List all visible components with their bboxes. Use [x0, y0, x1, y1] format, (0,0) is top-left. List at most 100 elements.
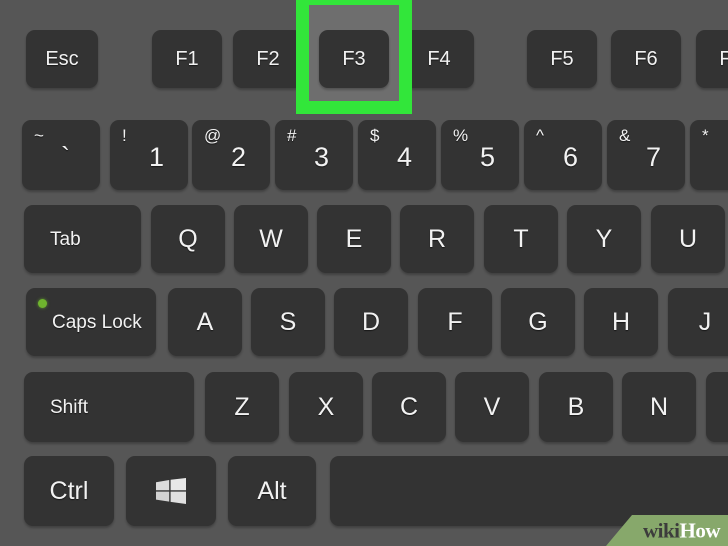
key-label: Shift: [50, 396, 89, 418]
key-label: W: [259, 224, 283, 253]
watermark-wiki-text: wiki: [642, 518, 680, 542]
key-z[interactable]: Z: [205, 372, 279, 442]
key-shift-symbol: @: [204, 126, 222, 145]
key-f5[interactable]: F5: [527, 30, 597, 88]
key-primary-symbol: 7: [646, 142, 662, 172]
key-f4[interactable]: F4: [404, 30, 474, 88]
key-5[interactable]: % 5: [441, 120, 519, 190]
key-4[interactable]: $4: [358, 120, 436, 190]
wikihow-watermark: wikiHow: [606, 515, 728, 546]
key-label: J: [698, 307, 712, 336]
key-f2[interactable]: F2: [233, 30, 303, 88]
key-label: U: [678, 224, 698, 253]
key-f3-highlighted[interactable]: F3: [319, 30, 389, 88]
key-shift-symbol: #: [287, 126, 297, 145]
key-shift[interactable]: Shift: [24, 372, 194, 442]
key-label: E: [345, 224, 363, 253]
key-primary-symbol: 3: [314, 142, 330, 172]
key-label: F7: [719, 48, 728, 70]
key-h[interactable]: H: [584, 288, 658, 356]
key-label: X: [317, 392, 335, 421]
key-shift-symbol: %: [453, 126, 469, 145]
key-shift-symbol: !: [122, 126, 127, 145]
caps-lock-led-indicator: [38, 299, 47, 308]
windows-icon: [156, 478, 186, 504]
key-windows[interactable]: [126, 456, 216, 526]
key-b[interactable]: B: [539, 372, 613, 442]
key-esc[interactable]: Esc: [26, 30, 98, 88]
key-caps-lock[interactable]: Caps Lock: [26, 288, 156, 356]
key-r[interactable]: R: [400, 205, 474, 273]
key-g[interactable]: G: [501, 288, 575, 356]
key-tab[interactable]: Tab: [24, 205, 141, 273]
key-a[interactable]: A: [168, 288, 242, 356]
key-shift-symbol: ^: [536, 126, 544, 145]
key-x[interactable]: X: [289, 372, 363, 442]
keyboard-scene: EscF1F2F3F4F5F6F7 ~`!1@2#3$4%5^6&7*8 Tab…: [0, 0, 728, 546]
key-8[interactable]: *8: [690, 120, 728, 190]
key-label: Y: [595, 224, 613, 253]
key-label: Esc: [45, 48, 79, 70]
key-shift-symbol: $: [370, 126, 380, 145]
key-label: F2: [256, 48, 280, 70]
key-f[interactable]: F: [418, 288, 492, 356]
key-primary-symbol: 2: [231, 142, 247, 172]
key-f6[interactable]: F6: [611, 30, 681, 88]
key-label: T: [513, 224, 529, 253]
key-shift-symbol: &: [619, 126, 631, 145]
key-label: S: [279, 307, 297, 336]
key-6[interactable]: ^ 6: [524, 120, 602, 190]
watermark-how-text: How: [679, 518, 721, 542]
key-label: Caps Lock: [52, 311, 142, 333]
key-u[interactable]: U: [651, 205, 725, 273]
key-shift-symbol: ~: [34, 126, 44, 145]
key-label: F6: [634, 48, 658, 70]
key-v[interactable]: V: [455, 372, 529, 442]
key-label: F5: [550, 48, 574, 70]
key-label: F: [447, 307, 463, 336]
key-label: Ctrl: [49, 476, 89, 505]
key-label: B: [567, 392, 585, 421]
key-primary-symbol: 4: [397, 142, 413, 172]
key-primary-symbol: `: [61, 142, 70, 172]
key-label: V: [483, 392, 501, 421]
key-m[interactable]: M: [706, 372, 728, 442]
key-7[interactable]: & 7: [607, 120, 685, 190]
key-j[interactable]: J: [668, 288, 728, 356]
key-label: G: [528, 307, 548, 336]
key-shift-symbol: *: [702, 126, 709, 145]
key-primary-symbol: 6: [563, 142, 579, 172]
key-label: Q: [178, 224, 198, 253]
key-e[interactable]: E: [317, 205, 391, 273]
key-label: C: [399, 392, 419, 421]
key-label: F4: [427, 48, 451, 70]
key-alt[interactable]: Alt: [228, 456, 316, 526]
key-label: Z: [234, 392, 250, 421]
key-y[interactable]: Y: [567, 205, 641, 273]
key-label: N: [649, 392, 669, 421]
key-label: D: [361, 307, 381, 336]
key-label: H: [611, 307, 631, 336]
key-label: A: [196, 307, 214, 336]
key-c[interactable]: C: [372, 372, 446, 442]
key-f7[interactable]: F7: [696, 30, 728, 88]
key-primary-symbol: 5: [480, 142, 496, 172]
key-label: F1: [175, 48, 199, 70]
key-w[interactable]: W: [234, 205, 308, 273]
key-1[interactable]: ! 1: [110, 120, 188, 190]
key-primary-symbol: 1: [149, 142, 165, 172]
key-label: Tab: [50, 228, 81, 250]
key-3[interactable]: #3: [275, 120, 353, 190]
key-ctrl[interactable]: Ctrl: [24, 456, 114, 526]
key-n[interactable]: N: [622, 372, 696, 442]
key-backtick[interactable]: ~ `: [22, 120, 100, 190]
key-f1[interactable]: F1: [152, 30, 222, 88]
key-label: F3: [342, 48, 366, 70]
key-t[interactable]: T: [484, 205, 558, 273]
key-q[interactable]: Q: [151, 205, 225, 273]
key-d[interactable]: D: [334, 288, 408, 356]
key-label: Alt: [257, 476, 287, 505]
key-s[interactable]: S: [251, 288, 325, 356]
key-2[interactable]: @2: [192, 120, 270, 190]
watermark-text: wikiHow: [642, 518, 721, 543]
